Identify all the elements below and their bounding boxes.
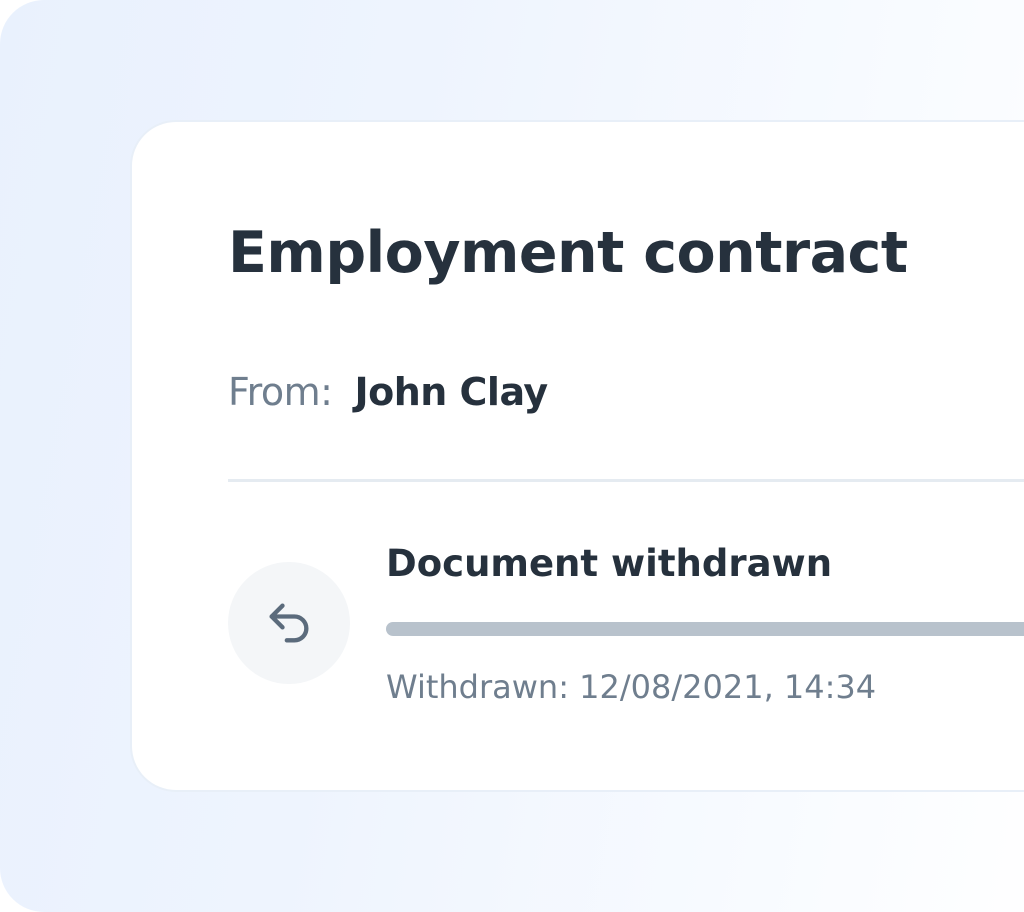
status-title: Document withdrawn <box>386 542 833 585</box>
page-backdrop: Employment contract From: John Clay Docum… <box>0 0 1024 912</box>
status-icon-badge <box>228 562 350 684</box>
document-title: Employment contract <box>228 220 908 286</box>
undo-arrow-icon <box>269 603 309 643</box>
status-timestamp: Withdrawn: 12/08/2021, 14:34 <box>386 668 877 706</box>
sender-label: From: <box>228 370 333 414</box>
sender-row: From: John Clay <box>228 370 548 423</box>
sender-name: John Clay <box>354 370 548 414</box>
divider <box>228 479 1024 482</box>
status-progress-bar <box>386 622 1024 636</box>
document-card[interactable]: Employment contract From: John Clay Docum… <box>130 120 1024 792</box>
